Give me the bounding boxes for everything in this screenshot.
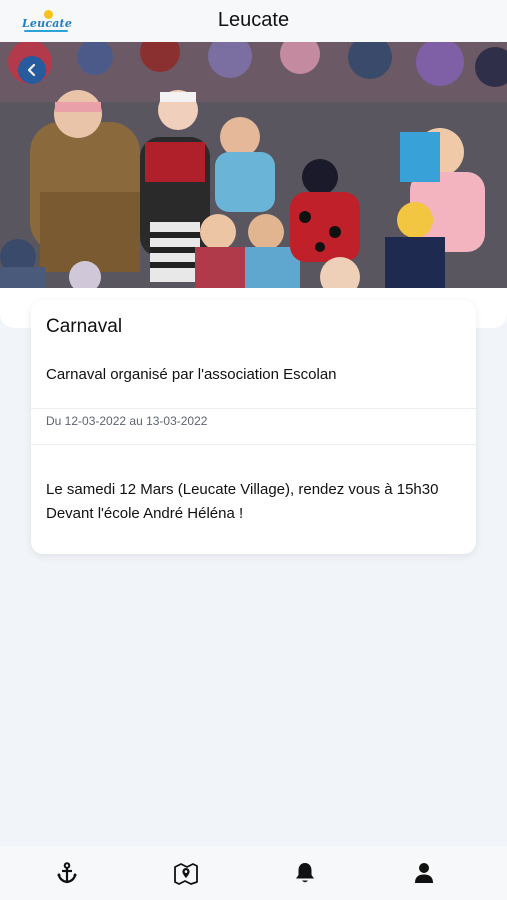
- bottom-tab-bar: [0, 846, 507, 900]
- divider: [31, 444, 476, 445]
- event-hero-image: [0, 42, 507, 288]
- event-subtitle: Carnaval organisé par l'association Esco…: [46, 366, 337, 383]
- event-title: Carnaval: [46, 316, 123, 337]
- back-button[interactable]: [18, 56, 46, 84]
- event-description-line: Devant l'école André Héléna !: [46, 505, 244, 522]
- arrow-left-icon: [27, 63, 36, 77]
- anchor-icon: [57, 862, 77, 884]
- event-description: Le samedi 12 Mars (Leucate Village), ren…: [46, 478, 466, 526]
- tab-map[interactable]: [171, 858, 201, 888]
- tab-anchor[interactable]: [52, 858, 82, 888]
- tab-notifications[interactable]: [290, 858, 320, 888]
- bell-icon: [296, 863, 314, 883]
- user-icon: [415, 863, 433, 883]
- tab-profile[interactable]: [409, 858, 439, 888]
- event-card: Carnaval Carnaval organisé par l'associa…: [31, 300, 476, 554]
- event-description-line: Le samedi 12 Mars (Leucate Village), ren…: [46, 481, 439, 498]
- app-header: Leucate Leucate: [0, 0, 507, 42]
- page-title: Leucate: [217, 9, 290, 31]
- event-dates: Du 12-03-2022 au 13-03-2022: [46, 414, 208, 428]
- divider: [31, 408, 476, 409]
- map-pin-icon: [174, 863, 198, 885]
